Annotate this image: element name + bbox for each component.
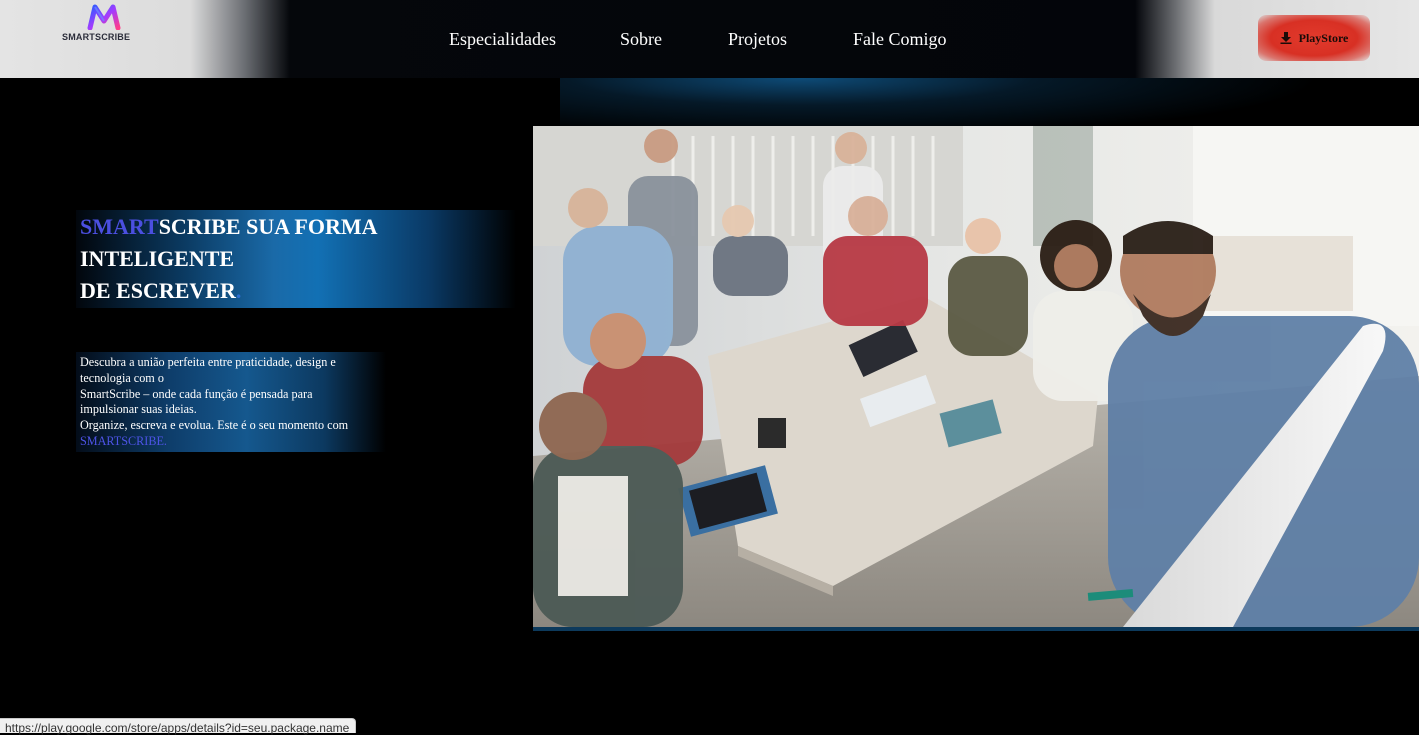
playstore-button-label: PlayStore (1298, 30, 1349, 45)
download-icon (1280, 32, 1292, 44)
nav-fale-comigo[interactable]: Fale Comigo (853, 28, 947, 50)
description-brand: SMARTSCRIBE. (80, 433, 167, 448)
playstore-button[interactable]: PlayStore (1258, 15, 1370, 61)
hero-title-line3: DE ESCREVER (80, 278, 236, 303)
logo-icon (87, 4, 121, 30)
nav-especialidades[interactable]: Especialidades (449, 28, 556, 50)
hero-description: Descubra a união perfeita entre praticid… (80, 355, 380, 450)
description-line: impulsionar suas ideias. (80, 402, 197, 417)
hero-title-accent: SMART (80, 214, 159, 239)
main-nav: Especialidades Sobre Projetos Fale Comig… (0, 28, 1419, 52)
team-meeting-image (533, 126, 1419, 627)
description-line: tecnologia com o (80, 370, 164, 385)
photo-shadow (533, 627, 1419, 631)
description-line: Descubra a união perfeita entre praticid… (80, 355, 336, 369)
hero-photo (533, 126, 1419, 627)
description-line: Organize, escreva e evolua. Este é o seu… (80, 418, 349, 433)
hero-title-dot: . (235, 278, 242, 303)
hero-title-line2: INTELIGENTE (80, 246, 235, 271)
nav-projetos[interactable]: Projetos (728, 28, 787, 50)
hero-title: SMARTSCRIBE SUA FORMA INTELIGENTE DE ESCRE… (80, 211, 520, 307)
status-bar-url: https://play.google.com/store/apps/detai… (0, 718, 357, 735)
nav-sobre[interactable]: Sobre (620, 28, 662, 50)
site-header: SMARTSCRIBE Especialidades Sobre Projeto… (0, 0, 1419, 78)
description-line: SmartScribe – onde cada função é pensada… (80, 386, 313, 401)
hero-title-line1: SCRIBE SUA FORMA (158, 214, 378, 239)
